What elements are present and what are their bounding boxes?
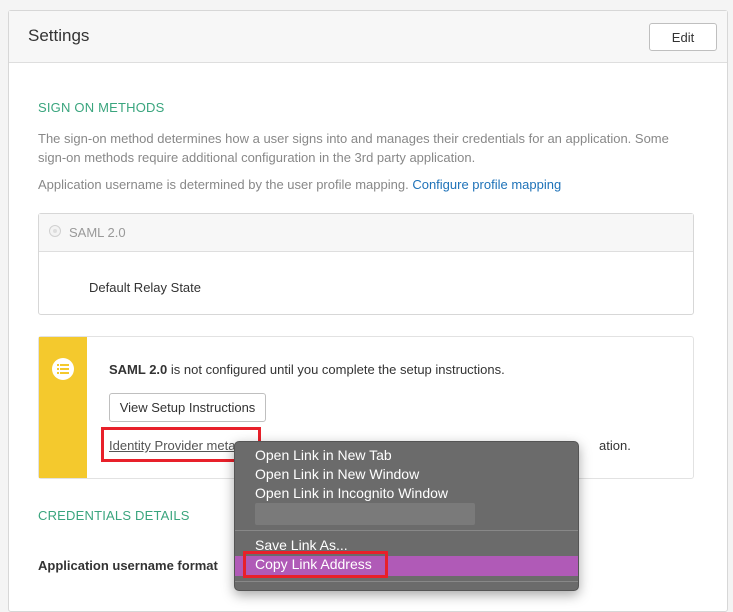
- page-title: Settings: [28, 26, 90, 45]
- menu-item-open-new-tab[interactable]: Open Link in New Tab: [255, 447, 392, 463]
- edit-button[interactable]: Edit: [649, 23, 717, 51]
- panel-header: Settings Edit: [9, 11, 727, 63]
- saml-option-header: SAML 2.0: [39, 214, 693, 252]
- menu-separator: [235, 530, 578, 531]
- credentials-details-heading: CREDENTIALS DETAILS: [38, 508, 190, 523]
- notice-message: SAML 2.0 is not configured until you com…: [109, 362, 505, 377]
- menu-separator: [235, 581, 578, 582]
- default-relay-state-label: Default Relay State: [89, 280, 202, 295]
- saml-radio-button[interactable]: [49, 225, 61, 237]
- username-format-label: Application username format: [38, 558, 218, 573]
- notice-bar: [39, 337, 87, 478]
- menu-item-open-new-window[interactable]: Open Link in New Window: [255, 466, 419, 482]
- notice-message-text: is not configured until you complete the…: [167, 362, 505, 377]
- redacted-menu-item: [255, 503, 475, 525]
- view-setup-instructions-button[interactable]: View Setup Instructions: [109, 393, 266, 422]
- notice-bold-label: SAML 2.0: [109, 362, 168, 377]
- sign-on-description: The sign-on method determines how a user…: [38, 131, 669, 165]
- username-mapping-text: Application username is determined by th…: [38, 175, 698, 194]
- saml-option-box: SAML 2.0 Default Relay State: [38, 213, 694, 315]
- annotation-copy-link-box: [243, 551, 388, 578]
- menu-item-open-incognito[interactable]: Open Link in Incognito Window: [255, 485, 448, 501]
- saml-option-label: SAML 2.0: [69, 225, 126, 240]
- sign-on-methods-heading: SIGN ON METHODS: [38, 100, 165, 115]
- configure-profile-mapping-link[interactable]: Configure profile mapping: [412, 177, 561, 192]
- list-icon: [52, 358, 74, 380]
- idp-trailing-text: ation.: [599, 438, 631, 453]
- username-mapping-label: Application username is determined by th…: [38, 177, 409, 192]
